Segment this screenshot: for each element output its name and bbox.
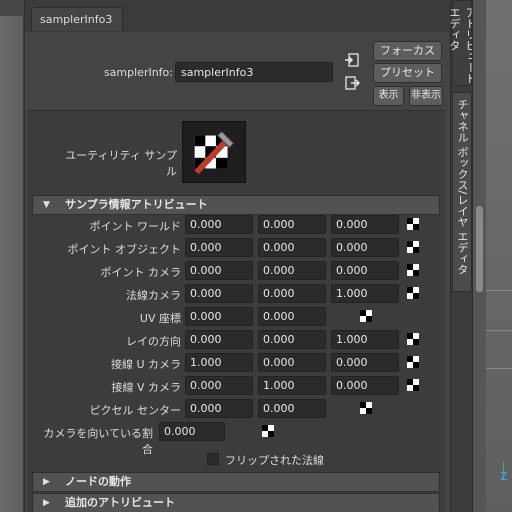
attr-field-z[interactable]: 0.000: [331, 215, 399, 234]
attr-field-x[interactable]: 0.000: [185, 330, 253, 349]
tab-channel-box-layer-editor[interactable]: チャネル ボックス/レイヤ エディタ: [452, 92, 472, 292]
sampler-info-section-header[interactable]: ▼ サンプラ情報アトリビュート: [32, 195, 440, 215]
attr-field-x[interactable]: 0.000: [185, 215, 253, 234]
attr-row-pixel-center: ピクセル センター 0.000 0.000: [33, 399, 439, 419]
attr-field-value[interactable]: 0.000: [159, 422, 225, 441]
node-name-label: samplerInfo:: [103, 66, 173, 79]
vertical-scrollbar[interactable]: [472, 0, 486, 512]
attr-row-facing-ratio: カメラを向いている割合 0.000: [33, 422, 439, 456]
attr-field-y[interactable]: 0.000: [258, 215, 326, 234]
output-connection-icon[interactable]: [344, 75, 360, 91]
collapse-triangle-icon: ▼: [43, 200, 50, 210]
attr-field-x[interactable]: 0.000: [185, 399, 253, 418]
attr-row-point-camera: ポイント カメラ 0.000 0.000 0.000: [33, 261, 439, 281]
attr-field-x[interactable]: 1.000: [185, 353, 253, 372]
attr-field-y[interactable]: 0.000: [258, 284, 326, 303]
checker-map-icon[interactable]: [407, 356, 419, 368]
attr-label: 接線 V カメラ: [111, 381, 181, 394]
flipped-normal-label: フリップされた法線: [225, 454, 324, 467]
checker-map-icon[interactable]: [407, 241, 419, 253]
attr-field-z[interactable]: 0.000: [331, 376, 399, 395]
node-behavior-section-label: ノードの動作: [65, 475, 131, 488]
attr-label: UV 座標: [139, 312, 181, 325]
attr-row-ray-direction: レイの方向 0.000 0.000 1.000: [33, 330, 439, 350]
expand-triangle-icon: ▶: [43, 477, 50, 487]
hide-button[interactable]: 非表示: [409, 86, 443, 106]
focus-button[interactable]: フォーカス: [373, 41, 442, 61]
grid-line: [486, 290, 512, 291]
node-name-input[interactable]: samplerInfo3: [175, 62, 333, 82]
attr-row-uv-coord: UV 座標 0.000 0.000: [33, 307, 439, 327]
attr-row-point-world: ポイント ワールド 0.000 0.000 0.000: [33, 215, 439, 235]
axis-z-label: Z: [500, 470, 508, 483]
attr-field-z[interactable]: 1.000: [331, 284, 399, 303]
sampler-info-attributes: ポイント ワールド 0.000 0.000 0.000 ポイント オブジェクト …: [33, 215, 439, 475]
attr-field-u[interactable]: 0.000: [185, 307, 253, 326]
checker-map-icon[interactable]: [407, 333, 419, 345]
expand-triangle-icon: ▶: [43, 498, 50, 508]
attr-row-normal-camera: 法線カメラ 0.000 0.000 1.000: [33, 284, 439, 304]
viewport-strip: Z: [486, 0, 512, 512]
checker-map-icon[interactable]: [407, 379, 419, 391]
checker-map-icon[interactable]: [407, 264, 419, 276]
attr-field-z[interactable]: 0.000: [331, 238, 399, 257]
attr-label: ポイント オブジェクト: [67, 243, 182, 256]
attribute-scroll-area: ユーティリティ サンプル ▼ サンプラ情報アトリビュート ポイント ワールド 0…: [27, 110, 445, 512]
tab-attribute-editor[interactable]: アトリビュート エディタ: [448, 0, 477, 86]
extra-attributes-section-label: 追加のアトリビュート: [65, 496, 175, 509]
attr-field-y[interactable]: 0.000: [258, 399, 326, 418]
checker-map-icon[interactable]: [360, 402, 372, 414]
left-viewport-strip: [0, 0, 24, 512]
checker-map-icon[interactable]: [407, 287, 419, 299]
checker-map-icon[interactable]: [407, 218, 419, 230]
attr-field-y[interactable]: 1.000: [258, 376, 326, 395]
checkbox-box[interactable]: [207, 453, 219, 465]
sampler-info-section-label: サンプラ情報アトリビュート: [65, 198, 208, 211]
attr-field-y[interactable]: 0.000: [258, 353, 326, 372]
attr-row-tangent-v-camera: 接線 V カメラ 0.000 1.000 0.000: [33, 376, 439, 396]
attr-label: ポイント ワールド: [89, 220, 182, 233]
attr-field-x[interactable]: 0.000: [185, 261, 253, 280]
attr-field-y[interactable]: 0.000: [258, 238, 326, 257]
attr-field-v[interactable]: 0.000: [258, 307, 326, 326]
attr-label: ポイント カメラ: [100, 266, 182, 279]
input-connection-icon[interactable]: [344, 52, 360, 68]
attr-field-z[interactable]: 1.000: [331, 330, 399, 349]
attr-label: 法線カメラ: [126, 289, 181, 302]
attr-field-x[interactable]: 0.000: [185, 284, 253, 303]
attr-label: カメラを向いている割合: [43, 427, 153, 456]
attribute-editor-panel: samplerInfo3 samplerInfo: samplerInfo3 フ…: [24, 0, 451, 512]
tab-samplerinfo3[interactable]: samplerInfo3: [31, 7, 123, 31]
scrollbar-thumb[interactable]: [476, 206, 483, 292]
attr-field-x[interactable]: 0.000: [185, 238, 253, 257]
grid-line: [486, 368, 512, 369]
sampler-info-swatch-icon[interactable]: [182, 121, 246, 183]
attr-label: 接線 U カメラ: [110, 358, 181, 371]
attr-field-z[interactable]: 0.000: [331, 353, 399, 372]
attr-field-x[interactable]: 0.000: [185, 376, 253, 395]
utility-sample-label: ユーティリティ サンプル: [65, 149, 177, 178]
left-strip-fold: [0, 0, 24, 16]
extra-attributes-section-header[interactable]: ▶ 追加のアトリビュート: [32, 493, 440, 512]
checker-map-icon[interactable]: [360, 310, 372, 322]
attr-field-y[interactable]: 0.000: [258, 330, 326, 349]
side-tab-strip: アトリビュート エディタ チャネル ボックス/レイヤ エディタ: [448, 0, 477, 512]
attr-field-z[interactable]: 0.000: [331, 261, 399, 280]
attr-row-point-object: ポイント オブジェクト 0.000 0.000 0.000: [33, 238, 439, 258]
node-tab-bar: samplerInfo3: [25, 0, 451, 32]
attr-label: レイの方向: [126, 335, 181, 348]
grid-line: [486, 330, 512, 331]
presets-button[interactable]: プリセット: [373, 63, 442, 83]
node-behavior-section-header[interactable]: ▶ ノードの動作: [32, 472, 440, 492]
checker-map-icon[interactable]: [262, 425, 274, 437]
attr-field-y[interactable]: 0.000: [258, 261, 326, 280]
attr-label: ピクセル センター: [89, 404, 182, 417]
attr-row-tangent-u-camera: 接線 U カメラ 1.000 0.000 0.000: [33, 353, 439, 373]
show-button[interactable]: 表示: [373, 86, 404, 106]
